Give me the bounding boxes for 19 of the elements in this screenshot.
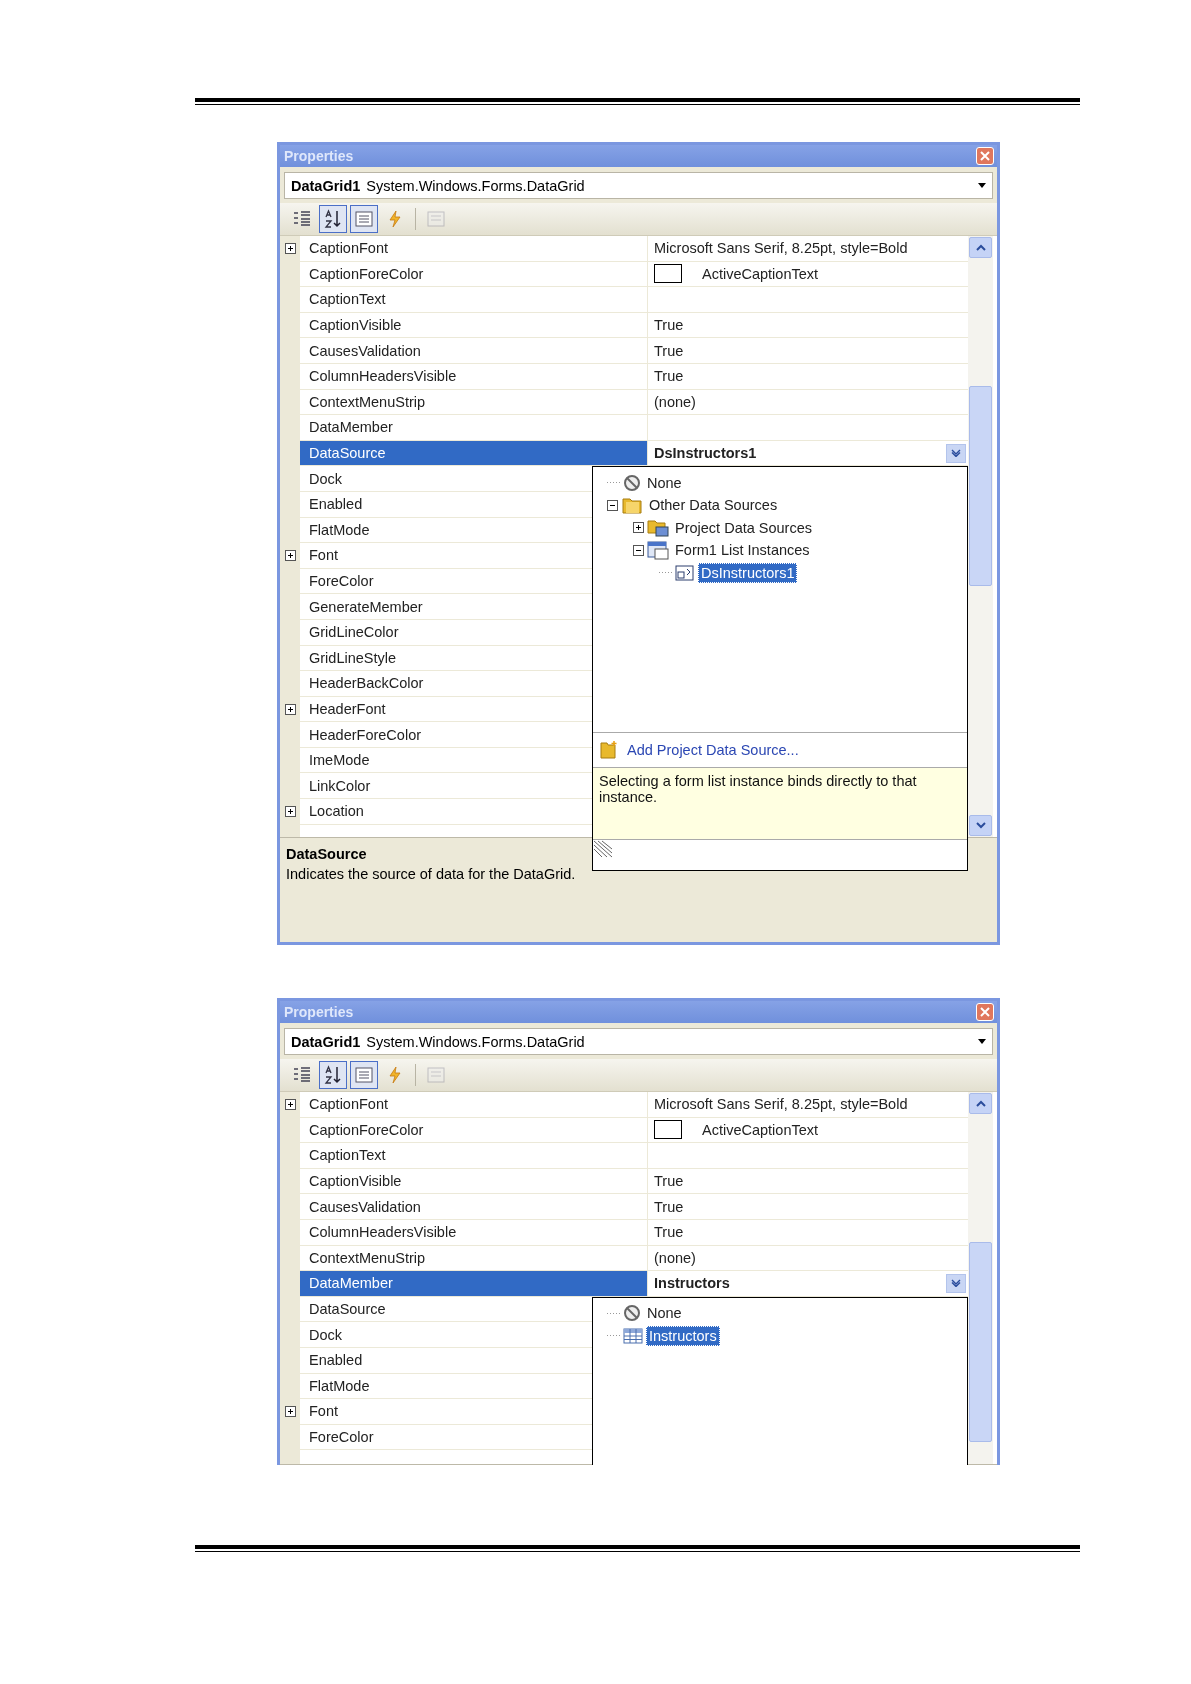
property-value: Instructors — [654, 1275, 731, 1292]
window-title: Properties — [284, 148, 354, 164]
property-value: (none) — [654, 393, 697, 410]
description-title: DataSource — [286, 846, 367, 862]
property-value: True — [654, 342, 685, 359]
description-text: Indicates the source of data for the DataGrid. — [286, 866, 576, 882]
property-value: True — [654, 1198, 685, 1215]
property-value: ActiveCaptionText — [702, 1121, 820, 1138]
window-title: Properties — [284, 1004, 354, 1020]
property-value: DsInstructors1 — [654, 445, 758, 462]
property-value: Microsoft Sans Serif, 8.25pt, style=Bold — [654, 1096, 909, 1113]
hint-text: Selecting a form list instance binds directly to that instance. — [593, 767, 967, 840]
property-value: True — [654, 317, 685, 334]
property-value: True — [654, 368, 685, 385]
property-value: Microsoft Sans Serif, 8.25pt, style=Bold — [654, 240, 909, 257]
property-value: (none) — [654, 1249, 697, 1266]
property-value: True — [654, 1173, 685, 1190]
property-value: ActiveCaptionText — [702, 265, 820, 282]
property-value: True — [654, 1224, 685, 1241]
